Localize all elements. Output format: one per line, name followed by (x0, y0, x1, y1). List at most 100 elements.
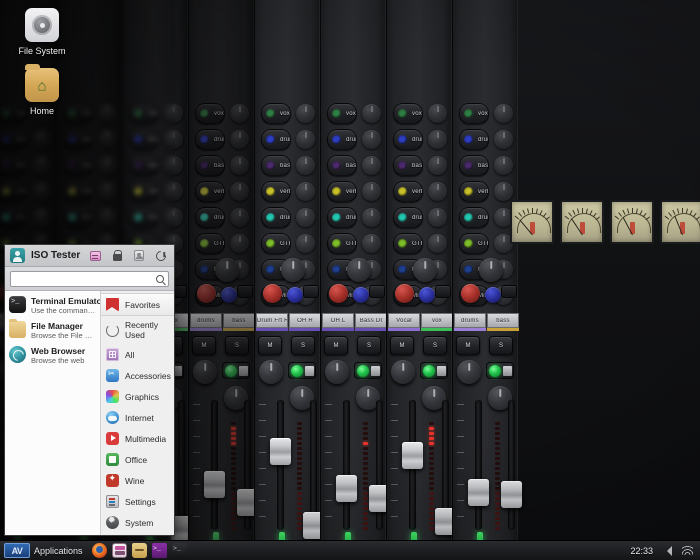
console-send-knob (428, 130, 447, 149)
console-bus-button: verb (195, 181, 225, 202)
console-send-knob (362, 130, 381, 149)
console-mute-button: M (390, 336, 414, 355)
switch-user-button[interactable] (87, 248, 103, 264)
console-bus-button: drum comp (63, 207, 93, 228)
category-item-accessories[interactable]: Accessories (101, 365, 174, 386)
console-bus-label: GTR (280, 241, 290, 247)
console-pan-knob (479, 258, 503, 282)
desktop-icon-home[interactable]: ⌂ Home (4, 68, 80, 117)
category-item-recently-used[interactable]: Recently Used (101, 316, 174, 344)
console-bus-label: vox (478, 111, 488, 117)
app-pink-icon[interactable] (112, 543, 127, 558)
console-vu-meter (560, 200, 604, 244)
console-bus-button: drum comp (0, 207, 27, 228)
category-label: Favorites (125, 300, 160, 310)
console-send-knob (494, 104, 513, 123)
console-bus-button: drums (459, 129, 489, 150)
restart-button[interactable] (153, 248, 169, 264)
terminal-purple-icon[interactable] (152, 543, 167, 558)
application-menu-window[interactable]: ISO Tester Terminal EmulatorUse the comm… (4, 244, 175, 536)
terminal-dark-icon[interactable] (172, 543, 187, 558)
application-item[interactable]: File ManagerBrowse the File sy... (5, 318, 100, 343)
console-send-knob (296, 130, 315, 149)
category-item-all[interactable]: All (101, 344, 174, 365)
firefox-icon[interactable] (92, 543, 107, 558)
console-bus-button: bass (129, 155, 159, 176)
console-send-knob (494, 156, 513, 175)
console-comp-indicator (222, 362, 250, 379)
console-bus-button: drum comp (129, 207, 159, 228)
console-bus-button: vox (195, 103, 225, 124)
console-solo-button: S (357, 336, 381, 355)
launcher-icons (88, 543, 187, 558)
application-item[interactable]: Web BrowserBrowse the web (5, 343, 100, 368)
console-small-button (435, 285, 451, 298)
console-bus-label: drums (214, 137, 224, 143)
desktop-icon-file-system[interactable]: File System (4, 8, 80, 57)
category-label: Recently Used (125, 320, 169, 340)
console-bus-label: verb (280, 189, 290, 195)
console-bus-button: drums (327, 129, 357, 150)
network-icon[interactable] (681, 544, 694, 557)
category-item-multimedia[interactable]: Multimedia (101, 428, 174, 449)
console-send-knob (296, 104, 315, 123)
console-channel-strip: voxdrumsbassverbdrum compGTRMixbus 7Mixb… (320, 0, 386, 560)
console-bus-button: verb (129, 181, 159, 202)
volume-icon[interactable] (662, 544, 675, 557)
category-item-wine[interactable]: Wine (101, 470, 174, 491)
console-bus-button: GTR (459, 233, 489, 254)
clock[interactable]: 22:33 (627, 546, 656, 556)
lock-screen-button[interactable] (109, 248, 125, 264)
console-bus-label: bass (16, 163, 26, 169)
console-led-meter (231, 408, 236, 530)
console-send-knob (164, 208, 183, 227)
console-bus-button: GTR (261, 233, 291, 254)
category-list[interactable]: Favorites Recently Used AllAccessories Grap… (101, 291, 174, 535)
console-bus-label: drum comp (82, 215, 92, 221)
console-blue-knob (221, 287, 237, 303)
application-list[interactable]: Terminal EmulatorUse the command...File … (5, 291, 101, 535)
application-item[interactable]: Terminal EmulatorUse the command... (5, 293, 100, 318)
console-track-name: OH R (289, 313, 321, 328)
console-send-knob (230, 156, 249, 175)
console-bus-label: bass (346, 163, 356, 169)
console-bus-label: bass (148, 163, 158, 169)
console-led-meter (495, 408, 500, 530)
console-fader-track (277, 400, 284, 530)
category-item-graphics[interactable]: Graphics (101, 386, 174, 407)
console-fader-cap (501, 481, 522, 508)
console-bus-button: vox (129, 103, 159, 124)
log-out-button[interactable] (131, 248, 147, 264)
console-comp-indicator (354, 362, 382, 379)
console-track-color (289, 328, 321, 331)
console-bus-label: vox (412, 111, 422, 117)
console-bus-button: verb (393, 181, 423, 202)
console-track-name: bass (487, 313, 519, 328)
console-track-color (454, 328, 486, 331)
application-description: Browse the web (31, 356, 85, 365)
category-item-settings[interactable]: Settings (101, 491, 174, 512)
search-input[interactable] (15, 274, 156, 284)
console-track-color (421, 328, 453, 331)
console-send-knob (98, 182, 117, 201)
category-item-favorites[interactable]: Favorites (101, 293, 174, 316)
console-track-color (388, 328, 420, 331)
console-solo-button: S (225, 336, 249, 355)
console-send-knob (98, 156, 117, 175)
file-manager-icon[interactable] (132, 543, 147, 558)
console-bus-label: drum comp (16, 215, 26, 221)
console-send-knob (32, 182, 51, 201)
category-label: Graphics (125, 392, 159, 402)
console-send-knob (494, 130, 513, 149)
console-send-knob (98, 104, 117, 123)
console-red-knob (197, 284, 216, 303)
category-item-office[interactable]: Office (101, 449, 174, 470)
category-item-internet[interactable]: Internet (101, 407, 174, 428)
console-pan-knob (325, 360, 349, 384)
applications-menu-button[interactable]: AV Applications (2, 542, 88, 560)
search-box[interactable] (10, 271, 169, 287)
console-bus-button: drums (195, 129, 225, 150)
category-item-system[interactable]: System (101, 512, 174, 533)
console-bus-label: drum comp (346, 215, 356, 221)
console-bus-button: verb (0, 181, 27, 202)
